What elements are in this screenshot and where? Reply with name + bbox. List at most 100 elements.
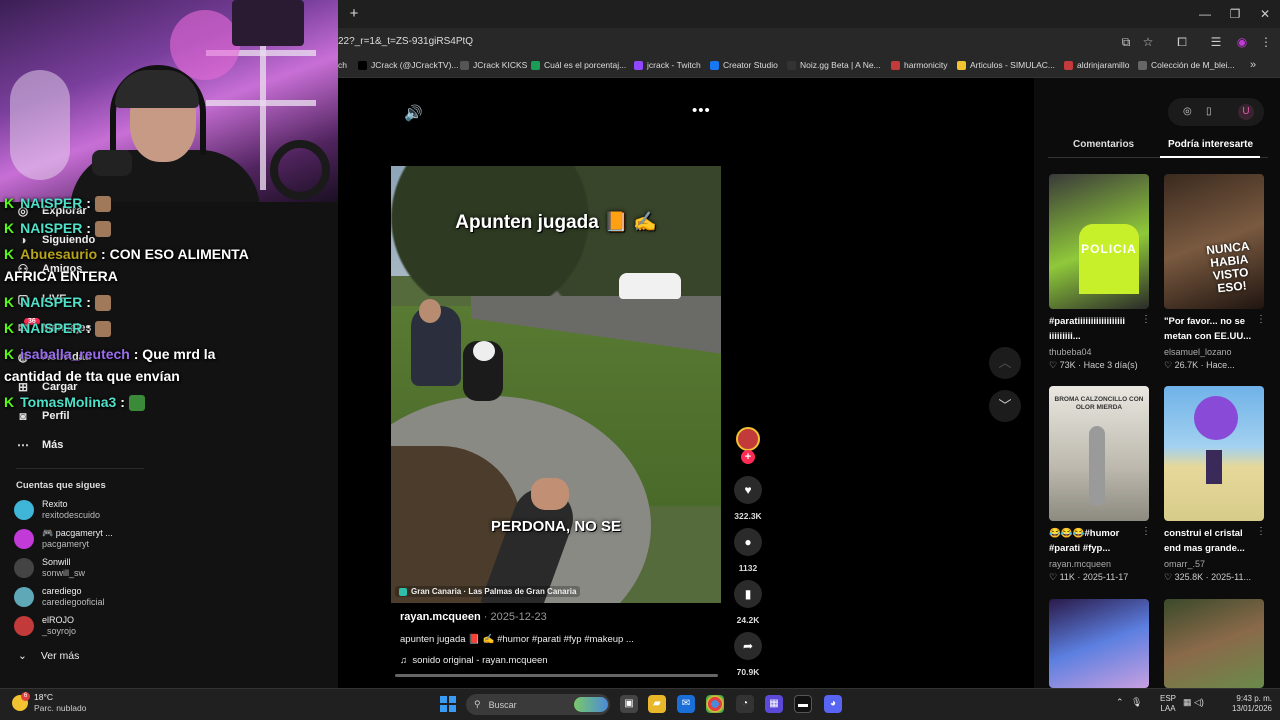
terminal-icon[interactable]: ▬ <box>794 695 812 713</box>
extensions-icon[interactable]: ⧠ <box>1174 34 1190 50</box>
more-options-icon[interactable]: ••• <box>692 102 711 119</box>
bookmark-item[interactable]: JCrack KICKS <box>460 60 527 70</box>
user-avatar-icon[interactable]: U <box>1238 104 1254 120</box>
discord-icon[interactable]: ◕ <box>824 695 842 713</box>
tab-recommended[interactable]: Podría interesarte <box>1168 139 1253 150</box>
recommended-thumbnail[interactable]: BROMA CALZONCILLO CON OLOR MIERDA <box>1049 386 1149 521</box>
volume-icon[interactable]: 🔊 <box>404 104 423 122</box>
followed-account[interactable]: carediego carediegooficial <box>14 586 105 608</box>
recommended-stats: ♡ 11K · 2025-11-17 <box>1049 572 1129 582</box>
sound-name[interactable]: sonido original - rayan.mcqueen <box>412 655 547 666</box>
previous-video-icon[interactable]: ︿ <box>989 347 1021 379</box>
video-player[interactable]: Apunten jugada 📙 ✍️ PERDONA, NO SE Gran … <box>391 166 721 603</box>
clock[interactable]: 9:43 p. m. 13/01/2026 <box>1222 694 1272 714</box>
comment-icon[interactable]: ● <box>734 528 762 556</box>
recommended-title[interactable]: 😂😂😂#humor <box>1049 526 1141 541</box>
next-video-icon[interactable]: ﹀ <box>989 390 1021 422</box>
bookmark-icon[interactable]: ▮ <box>734 580 762 608</box>
more-options-icon[interactable]: ⋮ <box>1141 526 1151 537</box>
video-caption[interactable]: apunten jugada 📕 ✍️ #humor #parati #fyp … <box>400 634 634 645</box>
chat-username[interactable]: Abuesaurio <box>20 246 97 262</box>
bookmark-item[interactable]: harmonicity <box>891 60 947 70</box>
close-window-button[interactable]: ✕ <box>1250 4 1280 24</box>
share-icon[interactable]: ➦ <box>734 632 762 660</box>
video-sound[interactable]: ♫ sonido original - rayan.mcqueen <box>400 655 548 666</box>
video-author[interactable]: rayan.mcqueen · 2025-12-23 <box>400 611 547 623</box>
account-name: Sonwill <box>42 557 71 567</box>
profile-icon[interactable]: ◉ <box>1234 34 1250 50</box>
see-more-button[interactable]: ⌄ Ver más <box>18 650 79 662</box>
bookmark-star-icon[interactable]: ☆ <box>1140 34 1156 50</box>
bookmark-item[interactable]: jcrack - Twitch <box>634 60 701 70</box>
recommended-title[interactable]: "Por favor... no se <box>1164 314 1256 329</box>
maximize-button[interactable]: ❐ <box>1220 4 1250 24</box>
tab-comments[interactable]: Comentarios <box>1073 139 1134 150</box>
bookmarks-more-button[interactable]: » <box>1250 59 1256 71</box>
chat-username[interactable]: isaballa_reutech <box>20 346 130 362</box>
minimize-button[interactable]: — <box>1190 4 1220 24</box>
recommended-thumbnail[interactable]: POLICIA <box>1049 174 1149 309</box>
more-options-icon[interactable]: ⋮ <box>1141 314 1151 325</box>
bookmark-item[interactable]: Colección de M_blei... <box>1138 60 1235 70</box>
video-progress-bar[interactable] <box>395 674 718 677</box>
menu-dots-icon[interactable]: ⋮ <box>1258 34 1274 50</box>
network-volume-icons[interactable]: ▦ ◁) <box>1183 697 1204 708</box>
bookmark-item[interactable]: Cuál es el porcentaj... <box>531 60 626 70</box>
chat-username[interactable]: NAISPER <box>20 220 82 236</box>
bookmark-item[interactable]: Noiz.gg Beta | A Ne... <box>787 60 881 70</box>
weather-widget[interactable]: 6 18°C Parc. nublado <box>12 692 86 714</box>
bookmark-item[interactable]: Creator Studio <box>710 60 778 70</box>
new-tab-button[interactable]: + <box>346 6 362 22</box>
recommended-thumbnail[interactable]: NUNCA HABIA VISTO ESO! <box>1164 174 1264 309</box>
recommended-title[interactable]: #paratiiiiiiiiiiiiiiiiii <box>1049 314 1141 329</box>
recommended-title-line2[interactable]: iiiiiiiii... <box>1049 329 1141 344</box>
like-heart-icon[interactable]: ♥ <box>734 476 762 504</box>
cast-icon[interactable]: ⧉ <box>1118 34 1134 50</box>
recommended-title[interactable]: construi el cristal <box>1164 526 1256 541</box>
recommended-thumbnail[interactable] <box>1164 599 1264 688</box>
creator-avatar[interactable] <box>736 427 760 451</box>
more-options-icon[interactable]: ⋮ <box>1256 314 1266 325</box>
recommended-author[interactable]: rayan.mcqueen <box>1049 559 1111 569</box>
task-view-icon[interactable]: ▣ <box>620 695 638 713</box>
followed-account[interactable]: elROJO _soyrojo <box>14 615 76 637</box>
chat-username[interactable]: NAISPER <box>20 320 82 336</box>
post-date: · 2025-12-23 <box>480 611 547 623</box>
recommended-title-line2[interactable]: end mas grande... <box>1164 541 1256 556</box>
chat-username[interactable]: NAISPER <box>20 195 82 211</box>
recommended-thumbnail[interactable] <box>1049 599 1149 688</box>
bookmark-item[interactable]: Articulos - SIMULAC... <box>957 60 1055 70</box>
bookmark-item[interactable]: ch <box>338 60 347 70</box>
recommended-author[interactable]: thubeba04 <box>1049 347 1092 357</box>
followed-account[interactable]: 🎮 pacgameryt ... pacgameryt <box>14 528 113 550</box>
language-indicator[interactable]: ESP LAA <box>1160 694 1176 714</box>
recommended-title-line2[interactable]: #parati #fyp... <box>1049 541 1141 556</box>
apps-grid-icon[interactable]: ▦ <box>765 695 783 713</box>
chat-username[interactable]: TomasMolina3 <box>20 394 116 410</box>
mail-icon[interactable]: ✉ <box>677 695 695 713</box>
settings-app-icon[interactable]: ◔ <box>736 695 754 713</box>
system-tray[interactable]: ⌃ 🎙 <box>1116 697 1142 708</box>
video-location[interactable]: Gran Canaria · Las Palmas de Gran Canari… <box>395 586 581 597</box>
recommended-title-line2[interactable]: metan con EE.UU... <box>1164 329 1256 344</box>
url-text[interactable]: 22?_r=1&_t=ZS-931giRS4PtQ <box>338 36 473 47</box>
recommended-author[interactable]: elsamuel_lozano <box>1164 347 1232 357</box>
file-explorer-icon[interactable]: ▰ <box>648 695 666 713</box>
sidebar-item[interactable]: ⋯ Más <box>16 438 63 452</box>
compass-icon[interactable]: ◎ <box>1183 106 1192 117</box>
windows-start-icon[interactable] <box>440 696 456 712</box>
taskbar-search[interactable]: ⚲ Buscar <box>466 694 610 715</box>
chat-username[interactable]: NAISPER <box>20 294 82 310</box>
followed-account[interactable]: Sonwill sonwill_sw <box>14 557 85 579</box>
author-name[interactable]: rayan.mcqueen <box>400 611 481 623</box>
bookmark-item[interactable]: aldrinjaramillo <box>1064 60 1129 70</box>
recommended-author[interactable]: omarr_.57 <box>1164 559 1205 569</box>
follow-plus-icon[interactable]: + <box>741 450 755 464</box>
reading-list-icon[interactable]: ☰ <box>1208 34 1224 50</box>
followed-account[interactable]: Rexito rexitodescuido <box>14 499 100 521</box>
recommended-thumbnail[interactable] <box>1164 386 1264 521</box>
chrome-icon[interactable] <box>706 695 724 713</box>
device-icon[interactable]: ▯ <box>1206 106 1212 117</box>
more-options-icon[interactable]: ⋮ <box>1256 526 1266 537</box>
bookmark-item[interactable]: JCrack (@JCrackTV)... <box>358 60 459 70</box>
